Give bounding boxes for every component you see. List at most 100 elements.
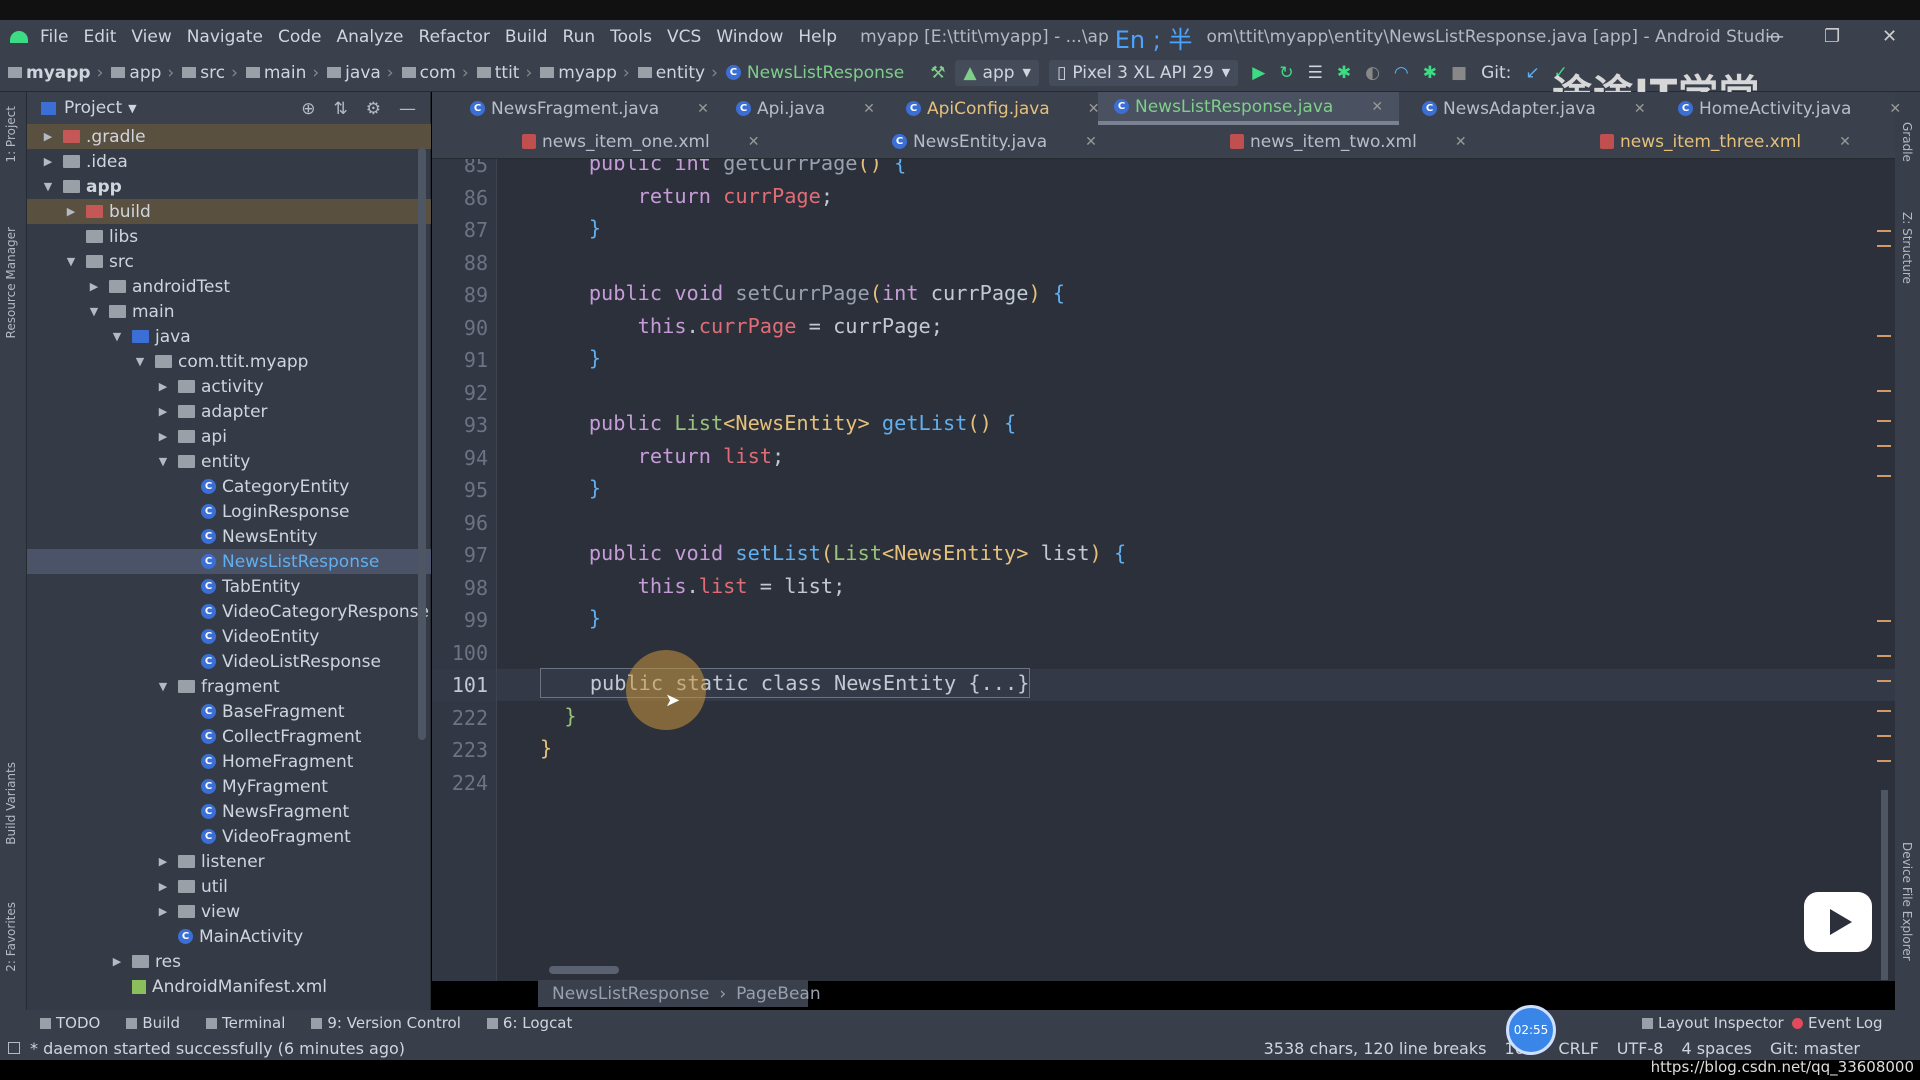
- expanded-arrow-icon[interactable]: ▼: [64, 255, 78, 268]
- editor-tab[interactable]: C NewsFragment.java ✕: [470, 92, 709, 125]
- editor-tab[interactable]: C HomeActivity.java ✕: [1678, 92, 1901, 125]
- project-tool-tab[interactable]: 1: Project: [4, 106, 18, 163]
- collapsed-arrow-icon[interactable]: ▶: [156, 430, 170, 443]
- git-update-icon[interactable]: ↙: [1525, 63, 1539, 83]
- collapsed-arrow-icon[interactable]: ▶: [64, 205, 78, 218]
- collapsed-arrow-icon[interactable]: ▶: [156, 880, 170, 893]
- code-line[interactable]: public void setList(List<NewsEntity> lis…: [540, 541, 1126, 565]
- tree-item[interactable]: AndroidManifest.xml: [27, 974, 431, 999]
- tree-item[interactable]: ▶ activity: [27, 374, 431, 399]
- close-tab-icon[interactable]: ✕: [748, 134, 760, 150]
- code-line[interactable]: this.currPage = currPage;: [540, 314, 943, 338]
- nav-crumb[interactable]: ttit ›: [469, 63, 532, 83]
- tree-item[interactable]: C LoginResponse: [27, 499, 431, 524]
- menu-item-help[interactable]: Help: [798, 27, 837, 47]
- run-config-dropdown[interactable]: ▲ app ▼: [955, 59, 1039, 86]
- locate-icon[interactable]: ⊕: [301, 99, 315, 119]
- tree-item[interactable]: ▶ listener: [27, 849, 431, 874]
- menu-item-analyze[interactable]: Analyze: [337, 27, 404, 47]
- tree-item[interactable]: ▶ util: [27, 874, 431, 899]
- close-window-button[interactable]: ✕: [1882, 26, 1897, 47]
- error-stripe-mark[interactable]: [1877, 335, 1891, 337]
- close-tab-icon[interactable]: ✕: [1634, 101, 1646, 117]
- nav-crumb[interactable]: myapp ›: [532, 63, 630, 83]
- editor-tab[interactable]: news_item_one.xml ✕: [522, 125, 760, 158]
- menu-item-refactor[interactable]: Refactor: [419, 27, 490, 47]
- code-line[interactable]: this.list = list;: [540, 574, 846, 598]
- menu-item-view[interactable]: View: [131, 27, 171, 47]
- todo-tab[interactable]: TODO: [40, 1014, 100, 1032]
- collapsed-arrow-icon[interactable]: ▶: [87, 280, 101, 293]
- layout-inspector-tab[interactable]: Layout Inspector: [1642, 1014, 1784, 1032]
- error-stripe-mark[interactable]: [1877, 445, 1891, 447]
- tree-item[interactable]: C CollectFragment: [27, 724, 431, 749]
- code-line[interactable]: }: [540, 704, 576, 728]
- menu-item-run[interactable]: Run: [563, 27, 596, 47]
- error-stripe-mark[interactable]: [1877, 710, 1891, 712]
- debug-icon[interactable]: ✱: [1337, 63, 1351, 83]
- git-branch[interactable]: Git: master: [1770, 1039, 1860, 1058]
- nav-crumb[interactable]: myapp ›: [0, 63, 103, 83]
- tree-item[interactable]: C TabEntity: [27, 574, 431, 599]
- editor-tab[interactable]: news_item_three.xml ✕: [1600, 125, 1851, 158]
- indent-setting[interactable]: 4 spaces: [1681, 1039, 1752, 1058]
- close-tab-icon[interactable]: ✕: [1889, 101, 1901, 117]
- tree-item[interactable]: C NewsListResponse: [27, 549, 431, 574]
- collapsed-arrow-icon[interactable]: ▶: [41, 155, 55, 168]
- video-play-button[interactable]: [1804, 892, 1872, 952]
- menu-item-vcs[interactable]: VCS: [667, 27, 701, 47]
- menu-item-edit[interactable]: Edit: [83, 27, 116, 47]
- apply-code-icon[interactable]: ☰: [1308, 63, 1323, 83]
- tree-item[interactable]: ▼ java: [27, 324, 431, 349]
- terminal-tab[interactable]: Terminal: [205, 1014, 285, 1032]
- code-editor[interactable]: 85 public int getCurrPage() {86 return c…: [432, 159, 1895, 981]
- collapsed-arrow-icon[interactable]: ▶: [156, 405, 170, 418]
- collapsed-arrow-icon[interactable]: ▶: [156, 905, 170, 918]
- close-tab-icon[interactable]: ✕: [1085, 134, 1097, 150]
- editor-tab[interactable]: C NewsEntity.java ✕: [892, 125, 1097, 158]
- error-stripe-mark[interactable]: [1877, 475, 1891, 477]
- tree-item[interactable]: C CategoryEntity: [27, 474, 431, 499]
- tree-item[interactable]: ▼ com.ttit.myapp: [27, 349, 431, 374]
- project-scrollbar[interactable]: [418, 148, 426, 740]
- tree-item[interactable]: C VideoListResponse: [27, 649, 431, 674]
- nav-crumb[interactable]: main ›: [238, 63, 319, 83]
- error-stripe-mark[interactable]: [1877, 735, 1891, 737]
- editor-tab[interactable]: C Api.java ✕: [736, 92, 875, 125]
- editor-tab[interactable]: C NewsAdapter.java ✕: [1422, 92, 1646, 125]
- hide-icon[interactable]: —: [399, 99, 416, 119]
- breadcrumb-class[interactable]: NewsListResponse: [552, 984, 709, 1004]
- tree-item[interactable]: ▶ api: [27, 424, 431, 449]
- editor-tab[interactable]: C NewsListResponse.java ✕: [1098, 92, 1400, 125]
- code-line[interactable]: public int getCurrPage() {: [540, 159, 907, 175]
- close-tab-icon[interactable]: ✕: [1839, 134, 1851, 150]
- tree-item[interactable]: C NewsEntity: [27, 524, 431, 549]
- collapse-all-icon[interactable]: ⇅: [334, 99, 348, 119]
- nav-crumb[interactable]: java ›: [319, 63, 394, 83]
- code-line[interactable]: return currPage;: [540, 184, 833, 208]
- expanded-arrow-icon[interactable]: ▼: [110, 330, 124, 343]
- tree-item[interactable]: ▼ src: [27, 249, 431, 274]
- close-tab-icon[interactable]: ✕: [1371, 99, 1383, 115]
- tree-item[interactable]: C VideoFragment: [27, 824, 431, 849]
- code-line[interactable]: public static class NewsEntity {...}: [540, 668, 1031, 698]
- breadcrumb-inner-class[interactable]: PageBean: [736, 984, 820, 1004]
- resource-manager-tab[interactable]: Resource Manager: [4, 227, 18, 338]
- nav-crumb-active[interactable]: C NewsListResponse: [725, 63, 904, 83]
- version-control-tab[interactable]: 9: Version Control: [311, 1014, 461, 1032]
- minimize-button[interactable]: —: [1766, 26, 1784, 47]
- tree-item[interactable]: C VideoEntity: [27, 624, 431, 649]
- gradle-tab[interactable]: Gradle: [1900, 122, 1914, 162]
- collapsed-arrow-icon[interactable]: ▶: [156, 855, 170, 868]
- tree-item[interactable]: ▶ .idea: [27, 149, 431, 174]
- expanded-arrow-icon[interactable]: ▼: [87, 305, 101, 318]
- collapsed-arrow-icon[interactable]: ▶: [41, 130, 55, 143]
- close-tab-icon[interactable]: ✕: [1455, 134, 1467, 150]
- event-log-tab[interactable]: Event Log: [1792, 1014, 1883, 1032]
- tree-item[interactable]: ▶ view: [27, 899, 431, 924]
- nav-crumb[interactable]: app ›: [103, 63, 174, 83]
- collapsed-arrow-icon[interactable]: ▶: [156, 380, 170, 393]
- editor-horizontal-scrollbar[interactable]: [549, 966, 619, 974]
- tree-item[interactable]: ▼ app: [27, 174, 431, 199]
- tree-item[interactable]: ▶ androidTest: [27, 274, 431, 299]
